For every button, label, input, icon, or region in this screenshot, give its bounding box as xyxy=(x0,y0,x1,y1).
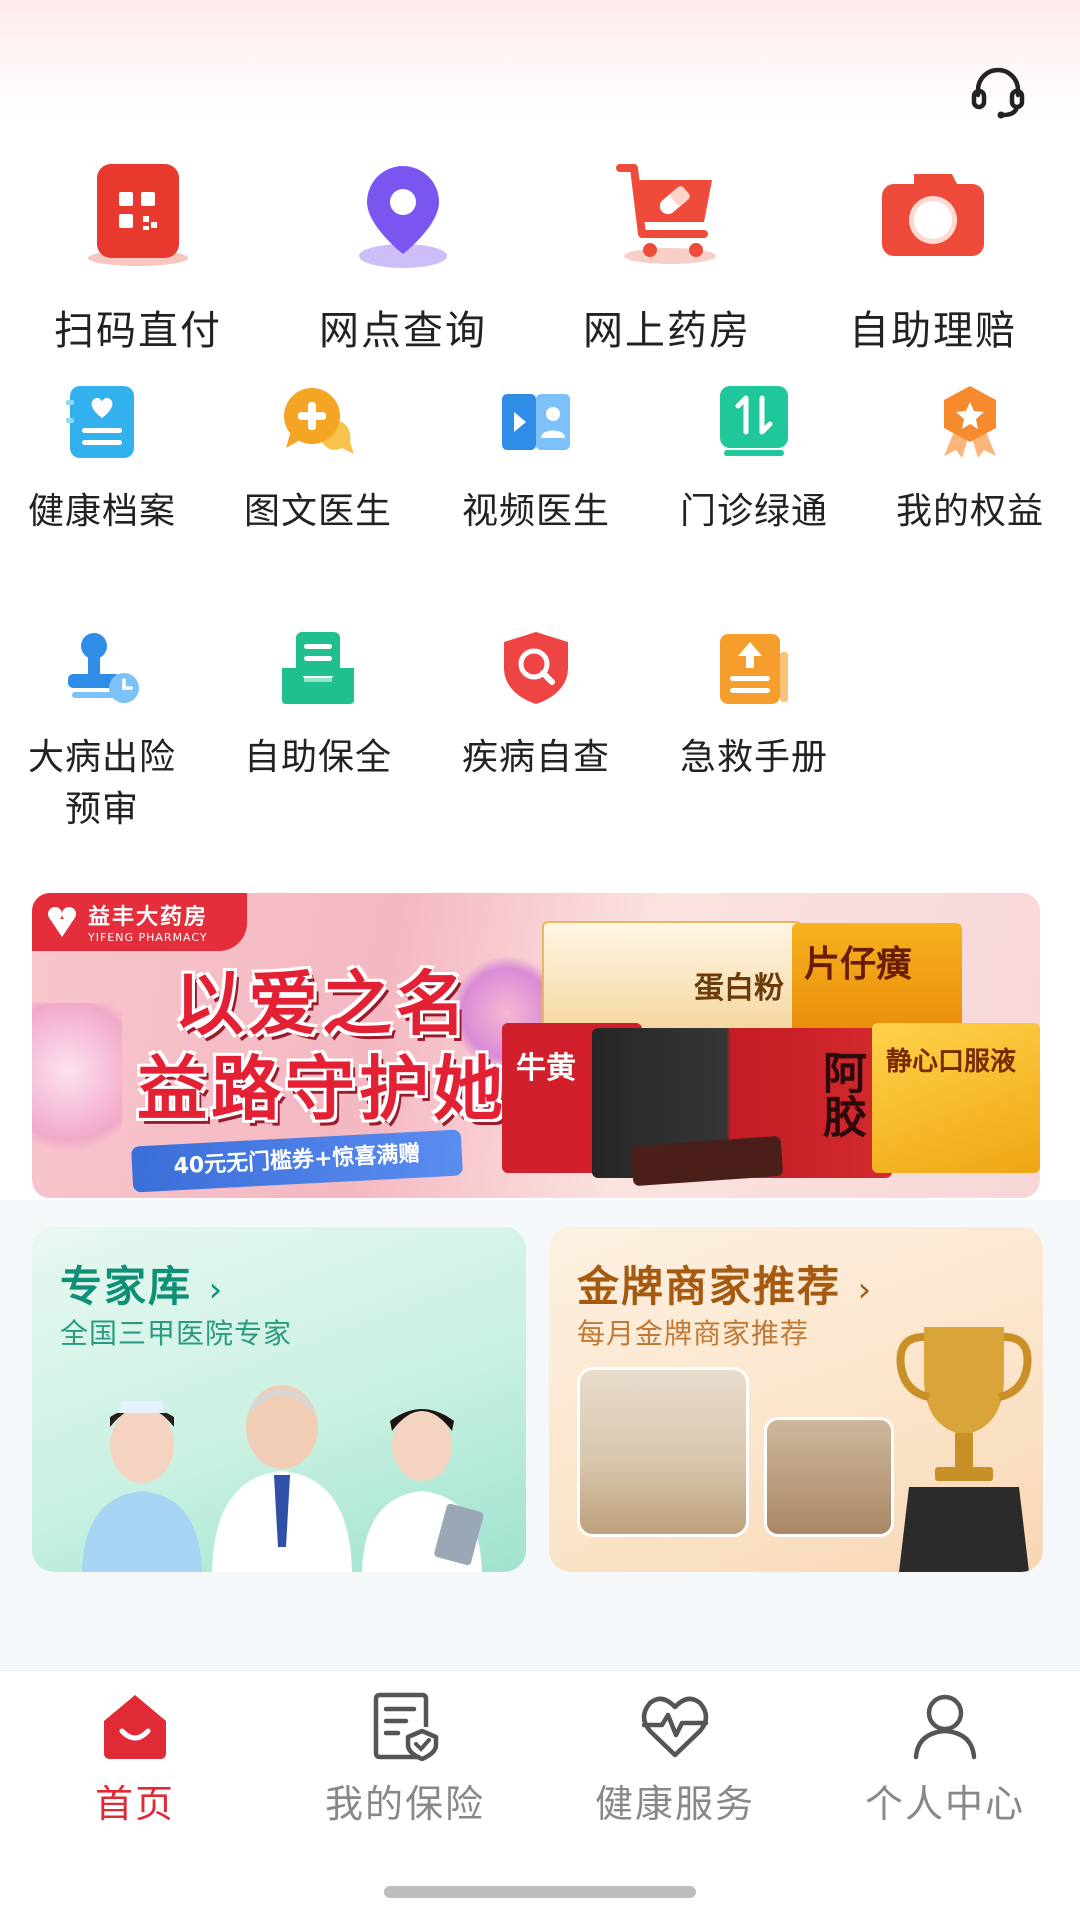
home-icon xyxy=(104,1695,166,1759)
service-online-pharmacy[interactable]: 网上药房 xyxy=(557,160,777,360)
clinic-photo xyxy=(764,1417,894,1537)
camera-icon xyxy=(882,174,984,256)
service-label: 视频医生 xyxy=(461,491,610,532)
person-icon xyxy=(913,1694,977,1760)
service-label: 自助保全 xyxy=(243,737,392,778)
product-label: 蛋白粉 xyxy=(694,971,784,1006)
product-label: 静心口服液 xyxy=(886,1047,1017,1077)
brand-name: 益丰大药房 xyxy=(88,905,209,930)
product-pianzaihuang: 片仔癀 xyxy=(792,923,962,1033)
service-label: 扫码直付 xyxy=(54,308,222,354)
tab-label: 我的保险 xyxy=(324,1782,485,1826)
header-background xyxy=(0,0,1080,120)
shield-search-icon xyxy=(504,632,568,704)
service-label: 疾病自查 xyxy=(461,737,610,778)
banner-headline-2: 益路守护她 xyxy=(137,1048,507,1130)
doctors-illustration xyxy=(82,1385,484,1572)
tab-my-insurance[interactable]: 我的保险 xyxy=(270,1691,540,1826)
promo-banner[interactable]: 益丰大药房 YIFENG PHARMACY 以爱之名 益路守护她 40元无门槛券… xyxy=(32,893,1040,1198)
bottom-navigation: 首页 我的保险 健康服务 个人中心 xyxy=(0,1670,1080,1920)
stamp-clock-icon xyxy=(68,633,139,703)
health-record-icon xyxy=(66,386,134,458)
badge-icon xyxy=(944,386,996,458)
service-label: 门诊绿通 xyxy=(679,491,828,532)
pharmacy-logo-icon xyxy=(48,907,76,937)
expert-library-card[interactable]: 专家库 › 全国三甲医院专家 xyxy=(32,1227,526,1572)
home-indicator[interactable] xyxy=(384,1886,696,1898)
tab-health-services[interactable]: 健康服务 xyxy=(540,1691,810,1826)
gold-merchant-card[interactable]: 金牌商家推荐 › 每月金牌商家推荐 xyxy=(549,1227,1043,1572)
chat-doctor-icon xyxy=(284,388,354,454)
card-title: 金牌商家推荐 › xyxy=(577,1262,874,1311)
headset-icon xyxy=(971,67,1025,119)
tab-home[interactable]: 首页 xyxy=(0,1691,270,1826)
service-label: 网上药房 xyxy=(583,308,751,354)
product-jingxin-oral: 静心口服液 xyxy=(872,1023,1040,1173)
tab-label: 健康服务 xyxy=(594,1782,755,1826)
product-label: 牛黄 xyxy=(516,1051,576,1086)
shopping-cart-icon xyxy=(616,164,716,264)
support-button[interactable] xyxy=(966,60,1030,124)
qr-scan-icon xyxy=(88,164,188,266)
primary-services: 扫码直付 网点查询 网上药房 自助理赔 xyxy=(0,160,1080,360)
product-label: 片仔癀 xyxy=(804,944,913,985)
heart-pulse-icon xyxy=(641,1696,709,1758)
service-scan-pay[interactable]: 扫码直付 xyxy=(28,160,248,360)
chevron-right-icon: › xyxy=(208,1270,225,1310)
tab-profile[interactable]: 个人中心 xyxy=(810,1691,1080,1826)
service-branch-lookup[interactable]: 网点查询 xyxy=(293,160,513,360)
service-label: 自助理赔 xyxy=(849,308,1017,354)
service-label: 健康档案 xyxy=(27,491,176,532)
service-label: 图文医生 xyxy=(243,491,392,532)
tray-doc-icon xyxy=(282,632,354,704)
trophy-icon xyxy=(896,1327,1032,1572)
card-subtitle: 全国三甲医院专家 xyxy=(60,1317,293,1350)
tab-label: 个人中心 xyxy=(864,1782,1025,1826)
service-self-claim[interactable]: 自助理赔 xyxy=(823,160,1043,360)
secondary-services-row-2: 大病出险 预审 自助保全 疾病自查 急救手册 xyxy=(0,630,1080,850)
chevron-right-icon: › xyxy=(857,1270,874,1310)
secondary-services-row-1: 健康档案 图文医生 视频医生 门诊绿通 我的权益 xyxy=(0,384,1080,544)
product-label: 阿胶 xyxy=(815,1050,866,1138)
brand-tag: 益丰大药房 YIFENG PHARMACY xyxy=(32,893,247,951)
first-aid-manual-icon xyxy=(720,634,788,704)
service-label: 我的权益 xyxy=(895,491,1044,532)
banner-coupon-ribbon: 40元无门槛券+惊喜满赠 xyxy=(131,1129,463,1193)
card-title: 专家库 › xyxy=(60,1262,225,1311)
service-label: 网点查询 xyxy=(319,308,487,354)
location-pin-icon xyxy=(359,166,447,268)
video-doctor-icon xyxy=(502,394,570,450)
service-label: 急救手册 xyxy=(679,737,828,778)
green-channel-icon xyxy=(720,386,788,456)
clinic-photo xyxy=(577,1367,749,1537)
tab-label: 首页 xyxy=(94,1782,175,1826)
service-label: 大病出险 预审 xyxy=(27,737,176,830)
card-subtitle: 每月金牌商家推荐 xyxy=(577,1317,810,1350)
brand-name-en: YIFENG PHARMACY xyxy=(88,931,208,944)
insurance-doc-icon xyxy=(373,1692,439,1761)
